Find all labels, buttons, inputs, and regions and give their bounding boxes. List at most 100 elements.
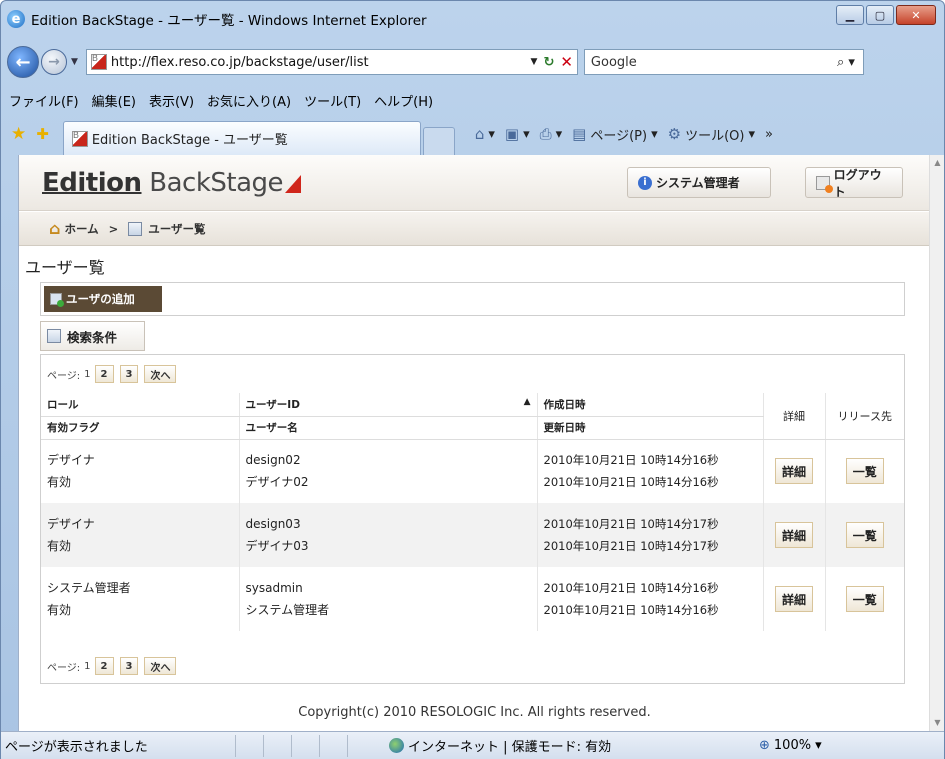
- security-zone[interactable]: インターネット | 保護モード: 有効: [389, 736, 757, 755]
- history-dropdown-icon[interactable]: ▼: [71, 57, 78, 67]
- tools-menu-button[interactable]: ⚙ ツール(O) ▾: [668, 125, 755, 144]
- ie-logo-icon: e: [7, 10, 25, 28]
- favorites-star-icon[interactable]: ★: [11, 124, 26, 144]
- cell-dates: 2010年10月21日 10時14分17秒 2010年10月21日 10時14分…: [536, 503, 763, 567]
- menu-help[interactable]: ヘルプ(H): [374, 91, 433, 110]
- add-favorites-icon[interactable]: ✚: [36, 125, 49, 143]
- scroll-down-icon[interactable]: ▼: [930, 715, 945, 731]
- cell-detail: 詳細: [762, 439, 825, 503]
- pager-label: ページ:: [47, 662, 81, 674]
- menu-file[interactable]: ファイル(F): [9, 91, 79, 110]
- cell-role: デザイナ: [47, 453, 95, 468]
- pager-bottom: ページ: 1 2 3 次へ: [47, 657, 182, 675]
- page-title: ユーザー覧: [25, 258, 105, 277]
- detail-button[interactable]: 詳細: [774, 458, 813, 485]
- cell-role-active: デザイナ 有効: [41, 439, 239, 503]
- detail-button[interactable]: 詳細: [774, 586, 813, 612]
- detail-button[interactable]: 詳細: [774, 522, 813, 548]
- header-user-name[interactable]: ユーザー名: [238, 416, 537, 440]
- vertical-scrollbar[interactable]: ▲ ▼: [929, 155, 944, 731]
- pager-page-2[interactable]: 2: [94, 657, 114, 675]
- security-zone-text: インターネット | 保護モード: 有効: [408, 740, 612, 755]
- cell-updated: 2010年10月21日 10時14分16秒: [543, 603, 719, 617]
- zoom-dropdown-icon[interactable]: ▾: [815, 738, 822, 753]
- minimize-button[interactable]: ▁: [836, 5, 864, 25]
- header-updated[interactable]: 更新日時: [536, 416, 763, 440]
- breadcrumb-current: ユーザー覧: [148, 221, 206, 236]
- status-segment: [319, 734, 347, 757]
- add-user-label: ユーザの追加: [66, 292, 135, 306]
- page-menu-label: ページ(P): [590, 128, 648, 144]
- status-segment: [291, 734, 319, 757]
- add-user-bar: ユーザの追加: [40, 282, 905, 316]
- browser-window: e Edition BackStage - ユーザー覧 - Windows In…: [0, 0, 945, 759]
- header-created[interactable]: 作成日時: [536, 393, 763, 417]
- address-bar[interactable]: B http://flex.reso.co.jp/backstage/user/…: [85, 49, 578, 75]
- edition-backstage-logo[interactable]: Edition BackStage: [42, 168, 302, 198]
- table-row: デザイナ 有効 design03 デザイナ03 2010年10月21日 10時1…: [41, 503, 904, 567]
- sort-asc-icon: ▲: [523, 396, 531, 407]
- close-button[interactable]: ✕: [896, 5, 936, 25]
- menu-tools[interactable]: ツール(T): [304, 91, 361, 110]
- menu-view[interactable]: 表示(V): [149, 91, 194, 110]
- logo-edition: Edition: [42, 168, 142, 198]
- maximize-button[interactable]: ▢: [866, 5, 894, 25]
- pager-next[interactable]: 次へ: [144, 657, 177, 675]
- menu-favorites[interactable]: お気に入り(A): [207, 91, 291, 110]
- home-button[interactable]: ⌂ ▾: [475, 125, 495, 143]
- breadcrumb: ⌂ ホーム > ユーザー覧: [19, 212, 929, 246]
- add-user-button[interactable]: ユーザの追加: [44, 286, 162, 312]
- more-chevron-icon[interactable]: »: [765, 127, 773, 142]
- cell-release: 一覧: [824, 503, 904, 567]
- tab-edition-backstage[interactable]: B Edition BackStage - ユーザー覧: [62, 121, 421, 155]
- release-list-button[interactable]: 一覧: [845, 522, 884, 548]
- refresh-icon[interactable]: ↻: [543, 55, 554, 70]
- cell-role-active: デザイナ 有効: [41, 503, 239, 567]
- release-list-button[interactable]: 一覧: [845, 458, 884, 485]
- pager-page-3[interactable]: 3: [119, 365, 139, 383]
- search-conditions-label: 検索条件: [67, 329, 118, 345]
- header-user-id[interactable]: ユーザーID ▲: [238, 393, 537, 417]
- search-box[interactable]: Google ⌕ ▾: [583, 49, 864, 75]
- page-menu-button[interactable]: ▤ ページ(P) ▾: [572, 125, 657, 144]
- url-dropdown-icon[interactable]: ▼: [531, 57, 538, 67]
- logout-button[interactable]: ログアウト: [805, 167, 903, 199]
- new-tab-button[interactable]: [422, 127, 455, 155]
- menu-edit[interactable]: 編集(E): [92, 91, 136, 110]
- cell-user-name: デザイナ03: [245, 539, 309, 553]
- table-header-row: ロール ユーザーID ▲ 作成日時 詳細 リリース先: [41, 393, 904, 440]
- url-text[interactable]: http://flex.reso.co.jp/backstage/user/li…: [111, 55, 531, 70]
- zoom-level: 100%: [773, 738, 812, 753]
- cell-user-id: sysadmin: [245, 581, 303, 595]
- cell-role: デザイナ: [47, 517, 95, 531]
- print-button[interactable]: ⎙ ▾: [540, 125, 563, 143]
- pager-next[interactable]: 次へ: [144, 365, 177, 383]
- breadcrumb-home[interactable]: ホーム: [64, 221, 98, 237]
- scroll-up-icon[interactable]: ▲: [930, 155, 945, 171]
- pager-current: 1: [84, 660, 91, 672]
- user-table: ロール ユーザーID ▲ 作成日時 詳細 リリース先 有効フラグ ユーザー名 更新…: [41, 393, 904, 631]
- header-role[interactable]: ロール: [41, 393, 239, 417]
- cell-role-active: システム管理者 有効: [41, 567, 239, 631]
- back-button[interactable]: ←: [7, 46, 39, 78]
- search-conditions-button[interactable]: 検索条件: [40, 321, 145, 351]
- pager-label: ページ:: [47, 370, 81, 382]
- add-user-icon: [50, 293, 64, 307]
- feeds-button[interactable]: ▣ ▾: [505, 125, 530, 143]
- forward-button[interactable]: →: [41, 49, 67, 75]
- release-list-button[interactable]: 一覧: [845, 586, 884, 612]
- pager-page-3[interactable]: 3: [119, 657, 139, 675]
- cell-user-name: デザイナ02: [245, 475, 309, 490]
- header-active-flag[interactable]: 有効フラグ: [41, 416, 239, 440]
- cell-user-id: design03: [245, 517, 301, 531]
- zoom-control[interactable]: ⊕ 100% ▾: [759, 738, 822, 753]
- system-admin-button[interactable]: i システム管理者: [627, 167, 771, 198]
- stop-icon[interactable]: ✕: [560, 53, 573, 71]
- cell-user: design03 デザイナ03: [238, 503, 537, 567]
- pager-page-2[interactable]: 2: [94, 365, 114, 383]
- feeds-icon: ▣: [504, 125, 520, 143]
- header-detail: 詳細: [762, 393, 825, 440]
- menu-bar: ファイル(F) 編集(E) 表示(V) お気に入り(A) ツール(T) ヘルプ(…: [1, 87, 944, 113]
- search-icon[interactable]: ⌕ ▾: [837, 55, 855, 70]
- cell-active: 有効: [47, 539, 72, 553]
